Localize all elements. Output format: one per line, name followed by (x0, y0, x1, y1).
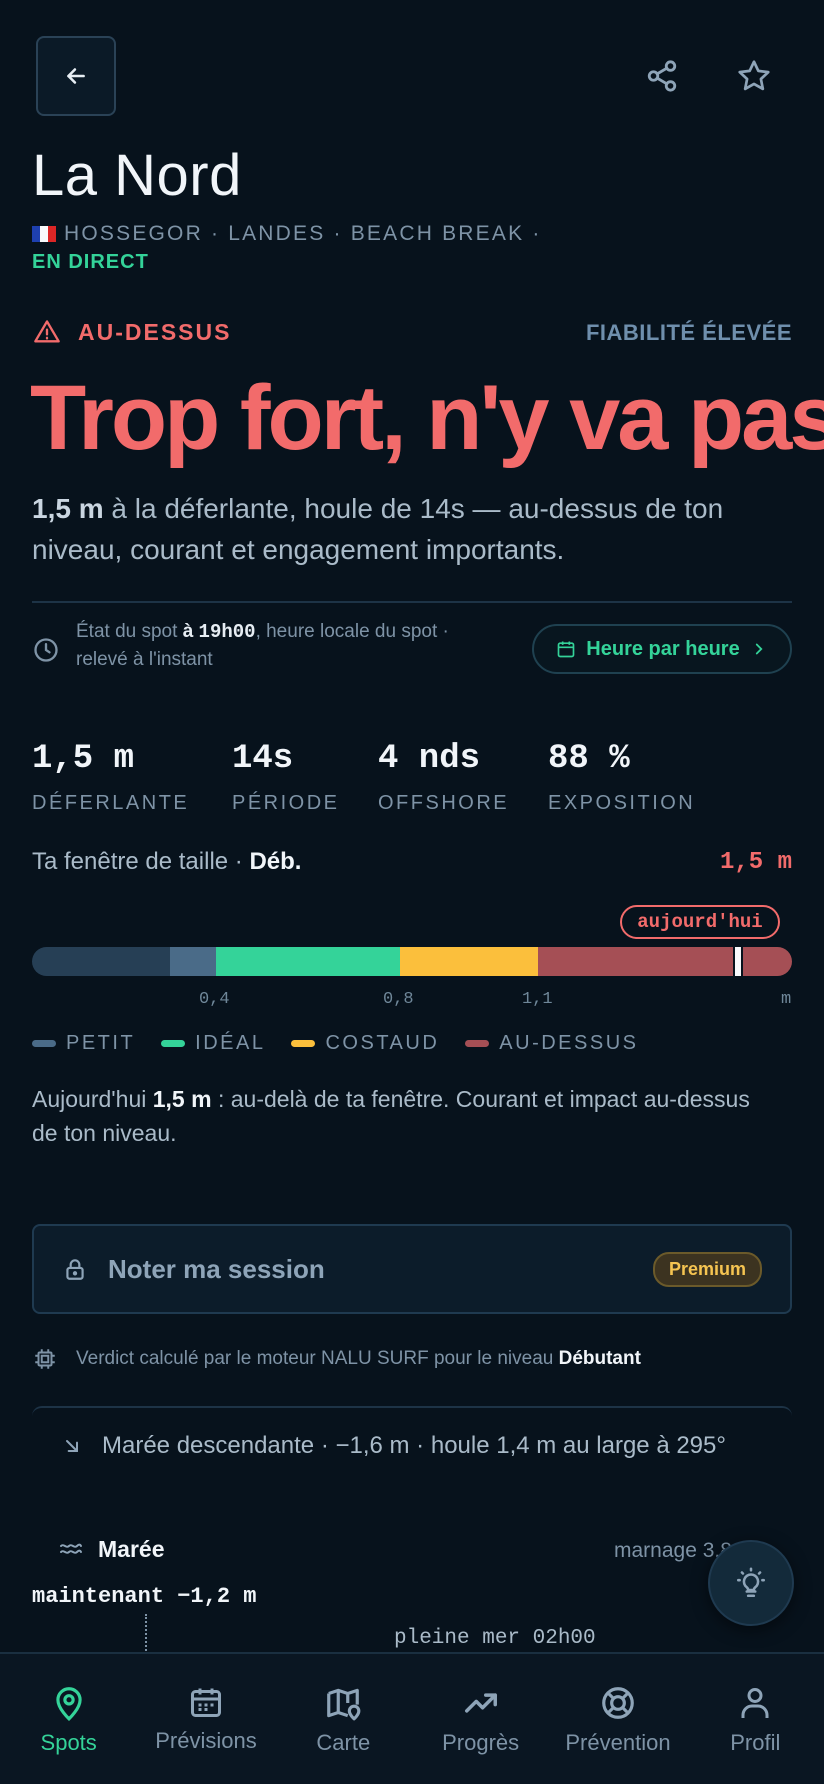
hour-by-hour-button[interactable]: Heure par heure (532, 624, 792, 674)
favorite-button[interactable] (729, 51, 779, 101)
stat-breaking: 1,5 m DÉFERLANTE (32, 740, 190, 814)
map-icon (327, 1688, 361, 1721)
back-button[interactable] (36, 36, 116, 116)
tick-label: 0,4 (199, 990, 230, 1009)
stat-exposure: 88 % EXPOSITION (548, 740, 696, 814)
legend-item: COSTAUD (291, 1032, 439, 1055)
nav-progress[interactable]: Progrès (412, 1654, 549, 1784)
divider (32, 601, 792, 603)
chip-icon (35, 1349, 55, 1369)
spot-location: HOSSEGOR · LANDES · BEACH BREAK · (64, 222, 542, 245)
waves-icon (60, 1543, 82, 1554)
size-window-label: Ta fenêtre de taille · Déb. (32, 848, 302, 875)
calendar-icon (557, 641, 575, 658)
today-badge: aujourd'hui (620, 905, 780, 939)
engine-note: Verdict calculé par le moteur NALU SURF … (32, 1346, 641, 1372)
nav-profile[interactable]: Profil (687, 1654, 824, 1784)
warning-triangle-icon (34, 320, 60, 343)
trending-up-icon (464, 1693, 497, 1713)
lightbulb-icon (736, 1567, 766, 1598)
map-pin-icon (55, 1687, 82, 1721)
level-warning: AU-DESSUS (32, 318, 231, 346)
legend-item: AU-DESSUS (465, 1032, 638, 1055)
lock-icon (66, 1259, 84, 1280)
arrow-down-right-icon (66, 1440, 78, 1452)
tips-button[interactable] (708, 1540, 794, 1626)
user-icon (741, 1688, 769, 1718)
stat-period: 14s PÉRIODE (232, 740, 340, 814)
spot-state: État du spot à 19h00, heure locale du sp… (32, 618, 472, 674)
live-badge: EN DIRECT (32, 251, 149, 273)
hour-by-hour-label: Heure par heure (586, 637, 740, 660)
rate-session-label: Noter ma session (108, 1253, 325, 1284)
verdict-headline: Trop fort, n'y va pas (30, 367, 824, 469)
high-tide-label: pleine mer 02h00 (394, 1627, 596, 1650)
nav-prevention[interactable]: Prévention (549, 1654, 686, 1784)
share-button[interactable] (637, 51, 687, 101)
tide-summary: Marée descendante · −1,6 m · houle 1,4 m… (62, 1432, 726, 1460)
france-flag-icon (32, 226, 56, 242)
tick-label: 1,1 (522, 990, 553, 1009)
today-note: Aujourd'hui 1,5 m : au-delà de ta fenêtr… (32, 1086, 750, 1146)
share-icon (647, 60, 677, 92)
premium-badge: Premium (652, 1251, 762, 1287)
lifebuoy-icon (602, 1687, 634, 1719)
state-text: État du spot à 19h00, heure locale du sp… (76, 621, 449, 670)
size-bar (32, 947, 792, 976)
bottom-navigation: Spots Prévisions Carte Progrès Préventio… (0, 1652, 824, 1784)
clock-icon (34, 638, 58, 662)
calendar-icon (190, 1688, 221, 1717)
nav-map[interactable]: Carte (275, 1654, 412, 1784)
star-icon (738, 60, 770, 91)
spot-name: La Nord (32, 143, 242, 208)
bar-segment-ideal (216, 947, 400, 976)
stat-wind: 4 nds OFFSHORE (378, 740, 510, 814)
legend-item: IDÉAL (161, 1032, 265, 1055)
bar-segment-below (32, 947, 170, 976)
verdict-summary: 1,5 m à la déferlante, houle de 14s — au… (32, 493, 724, 565)
arrow-left-icon (67, 68, 85, 84)
rate-session-button[interactable]: Noter ma session Premium (32, 1224, 792, 1314)
size-window-value: 1,5 m (719, 849, 792, 876)
tide-section-title: Marée (58, 1536, 164, 1563)
spot-meta: HOSSEGOR · LANDES · BEACH BREAK · (32, 222, 542, 246)
chevron-right-icon (755, 643, 763, 655)
tide-now-line (145, 1614, 147, 1654)
tick-unit: m (781, 990, 792, 1009)
current-size-marker (733, 945, 743, 978)
nav-forecasts[interactable]: Prévisions (137, 1654, 274, 1784)
level-label: AU-DESSUS (78, 318, 232, 345)
tick-label: 0,8 (383, 990, 414, 1009)
nav-spots[interactable]: Spots (0, 1654, 137, 1784)
bar-segment-above (538, 947, 792, 976)
bar-segment-small (170, 947, 216, 976)
legend-item: PETIT (32, 1032, 135, 1055)
tide-now: maintenant −1,2 m (32, 1584, 257, 1609)
size-legend: PETIT IDÉAL COSTAUD AU-DESSUS (32, 1032, 639, 1055)
reliability-label: FIABILITÉ ÉLEVÉE (585, 320, 792, 345)
bar-segment-strong (400, 947, 538, 976)
